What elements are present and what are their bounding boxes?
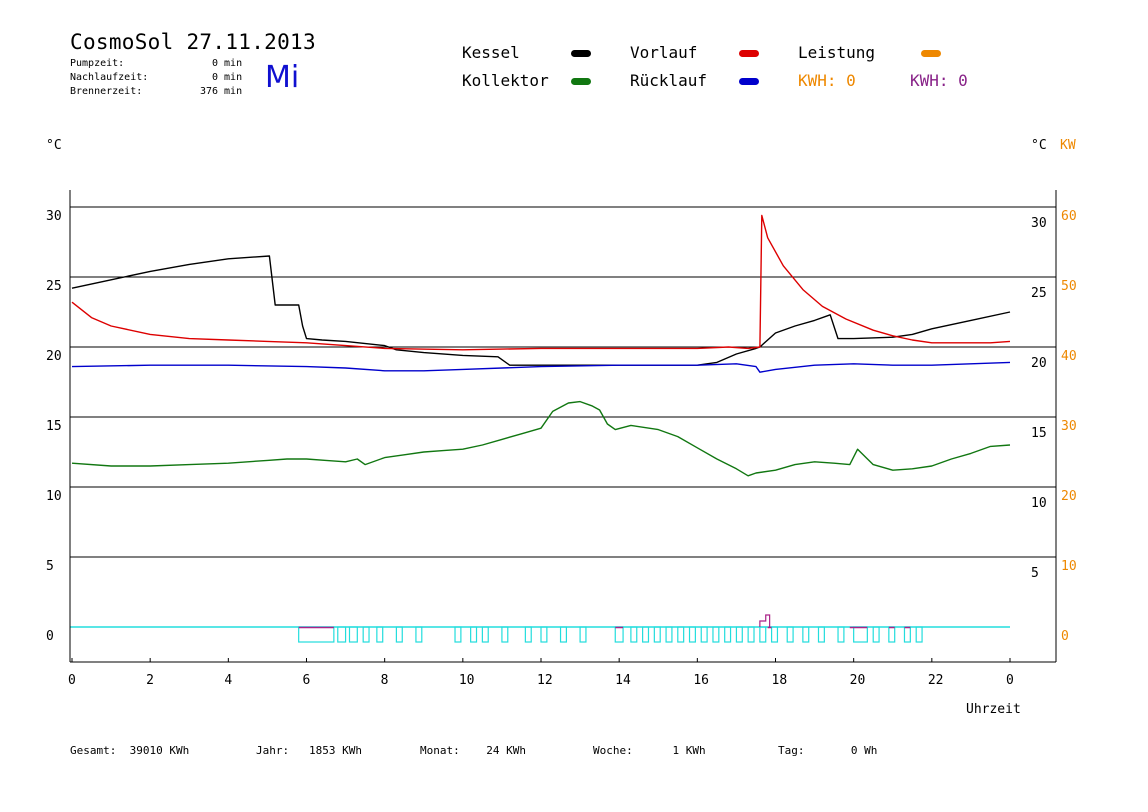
x-tick-label: 4 [224,673,232,688]
y-kw-tick-label: 60 [1061,209,1077,224]
pump-pulse [665,626,673,643]
pump-pulse [802,626,810,643]
y-right-tick-label: 10 [1031,496,1047,511]
x-tick-label: 20 [850,673,866,688]
series-line-kollektor [71,400,1011,477]
pump-pulse [837,626,845,643]
pump-pulse [395,626,403,643]
series-line-vorlauf [71,214,1011,351]
pump-pulse [630,626,638,643]
pump-pulse [853,626,868,643]
pump-pulse [735,626,743,643]
y-left-tick-label: 30 [46,209,62,224]
footer-gesamt: Gesamt: 39010 KWh [70,744,190,757]
power-spike [759,614,771,627]
x-tick-label: 16 [693,673,709,688]
y-left-tick-label: 0 [46,629,54,644]
y-kw-tick-label: 40 [1061,349,1077,364]
y-left-tick-label: 25 [46,279,62,294]
pump-pulse [614,626,624,643]
pump-pulse [376,626,384,643]
pump-pulse [688,626,696,643]
pump-pulse [747,626,755,643]
pump-pulse [348,626,358,643]
x-tick-label: 8 [381,673,389,688]
pump-pulse [540,626,548,643]
pump-pulse [454,626,462,643]
pump-pulse [759,626,767,643]
y-left-tick-label: 5 [46,559,54,574]
y-left-tick-label: 15 [46,419,62,434]
pump-pulse [903,626,911,643]
pump-pulse [724,626,732,643]
pump-pulse [470,626,478,643]
y-right-tick-label: 20 [1031,356,1047,371]
pump-pulse [888,626,896,643]
x-tick-label: 2 [146,673,154,688]
y-right-tick-label: 30 [1031,216,1047,231]
pump-pulse [677,626,685,643]
pump-pulse [524,626,532,643]
y-right-tick-label: 15 [1031,426,1047,441]
pump-pulse [337,626,347,643]
x-tick-label: 22 [928,673,944,688]
pump-pulse [653,626,661,643]
footer-monat: Monat: 24 KWh [420,744,526,757]
x-tick-label: 6 [303,673,311,688]
y-left-tick-label: 20 [46,349,62,364]
pump-pulse [559,626,568,643]
footer-jahr: Jahr: 1853 KWh [256,744,362,757]
y-kw-tick-label: 50 [1061,279,1077,294]
pump-pulse [817,626,825,643]
pump-pulse [786,626,794,643]
footer-tag: Tag: 0 Wh [778,744,878,757]
pump-pulse [712,626,720,643]
y-kw-tick-label: 10 [1061,559,1077,574]
y-kw-tick-label: 0 [1061,629,1069,644]
y-kw-tick-label: 30 [1061,419,1077,434]
pump-pulse [579,626,587,643]
pump-pulse [481,626,489,643]
x-tick-label: 10 [459,673,475,688]
pump-pulse [415,626,423,643]
x-tick-label: 0 [1006,673,1014,688]
pump-pulse [770,626,779,643]
series-line-ruecklauf [71,361,1011,373]
pump-pulse [700,626,708,643]
y-kw-tick-label: 20 [1061,489,1077,504]
y-right-tick-label: 25 [1031,286,1047,301]
x-tick-label: 14 [615,673,631,688]
pump-pulse [642,626,650,643]
temperature-chart: 0510152025305101520253001020304050600 2 4 6… [46,190,1077,688]
x-tick-label: 12 [537,673,553,688]
footer-woche: Woche: 1 KWh [593,744,706,757]
pump-pulse [362,626,370,643]
x-tick-label: 18 [772,673,788,688]
pump-pulse [298,626,335,643]
pump-pulse [915,626,923,643]
y-left-tick-label: 10 [46,489,62,504]
x-tick-label: 0 [68,673,76,688]
y-right-tick-label: 5 [1031,566,1039,581]
pump-pulse [872,626,880,643]
pump-pulse [501,626,509,643]
